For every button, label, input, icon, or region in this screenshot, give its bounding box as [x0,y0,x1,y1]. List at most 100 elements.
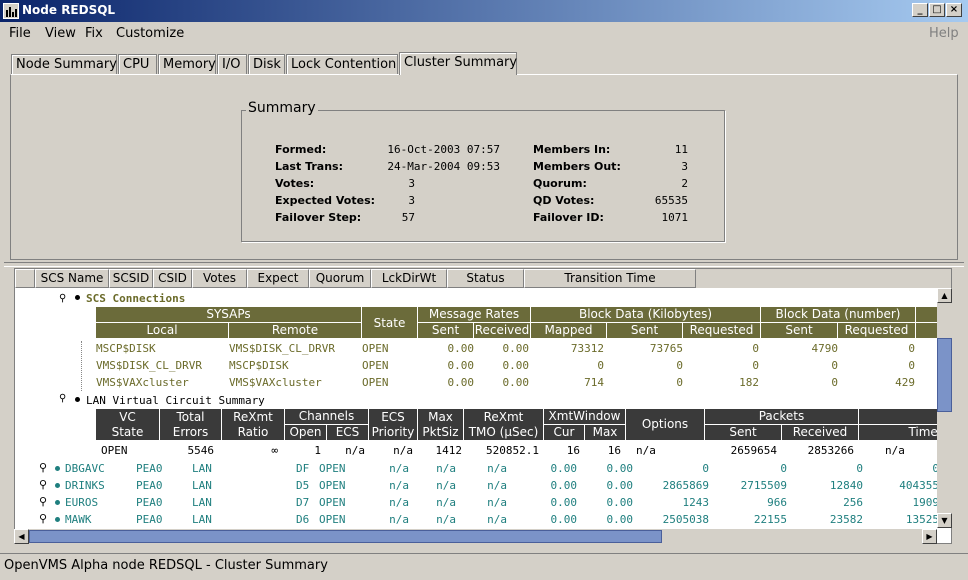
node-col-e: 0.00 [606,496,634,509]
column-header-votes[interactable]: Votes [192,269,247,288]
node-col-b: n/a [436,496,456,509]
menu-fix[interactable]: Fix [85,26,103,41]
column-header-scsid[interactable]: SCSID [109,269,153,288]
scs-row-mapped: 714 [584,376,604,389]
node-state: OPEN [319,479,346,492]
lan-row-ecs: n/a [345,444,365,457]
summary-title: Summary [246,100,318,116]
column-header-expect[interactable]: Expect [247,269,309,288]
scs-row-state: OPEN [362,342,389,355]
lan-header-tmo: TMO (µSec) [468,425,539,439]
tab-io[interactable]: I/O [217,54,247,75]
node-type: LAN [192,479,212,492]
node-dev: PEA0 [136,513,163,526]
lan-header-channels: Channels [285,409,369,425]
table-row[interactable]: ⚲ MAWK PEA0 LAN D6 OPEN n/a n/a n/a 0.00… [37,512,951,529]
scs-row-kb-req: 0 [752,359,759,372]
node-col-a: n/a [389,479,409,492]
node-col-e: 0.00 [606,462,634,475]
lan-header-cur: Cur [544,425,585,441]
scs-row-local: VMS$DISK_CL_DRVR [96,359,202,372]
lan-row-pktsiz: 1412 [435,444,463,457]
tree-toggle-icon[interactable]: ⚲ [39,495,47,508]
tree-toggle-icon[interactable]: ⚲ [39,512,47,525]
maximize-button[interactable]: □ [929,3,945,17]
node-rows: ⚲ DBGAVC PEA0 LAN DF OPEN n/a n/a n/a 0.… [37,461,951,531]
node-name: DBGAVC [65,462,105,475]
bullet-icon [55,466,60,471]
tab-cluster-summary[interactable]: Cluster Summary [399,52,517,75]
status-bar-text: OpenVMS Alpha node REDSQL - Cluster Summ… [4,558,328,573]
tab-cpu[interactable]: CPU [118,54,157,75]
tree-line [81,341,82,391]
scs-connections-title: SCS Connections [86,292,186,305]
scs-row-kb-sent: 0 [676,359,683,372]
column-header-blank [15,269,35,288]
node-col-f: 2505038 [662,513,709,526]
scs-row-recv: 0.00 [502,342,530,355]
bullet-icon [55,517,60,522]
formed-value: 16-Oct-2003 07:57 [387,143,500,156]
lan-header-options: Options [626,409,705,441]
tab-memory[interactable]: Memory [158,54,216,75]
column-header-csid[interactable]: CSID [153,269,192,288]
tree-toggle-scs[interactable]: ⚲ [59,293,66,304]
scs-row-remote: MSCP$DISK [229,359,289,372]
lan-header-packets: Packets [705,409,859,425]
menu-help[interactable]: Help [929,26,959,41]
column-header-status[interactable]: Status [447,269,524,288]
scroll-up-button[interactable]: ▲ [937,288,952,303]
window-title: Node REDSQL [22,3,116,17]
scs-row-remote: VMS$DISK_CL_DRVR [229,342,335,355]
failover-step-value: 57 [401,211,415,224]
lan-header-vc-state: VC State [96,409,160,441]
node-col-e: 0.00 [606,513,634,526]
lan-header-packets-received: Received [782,425,859,441]
node-col-i: 1909 [912,496,940,509]
lan-row-recv: 2853266 [807,444,854,457]
lan-row-cur: 16 [566,444,580,457]
splitter[interactable] [4,262,964,267]
minimize-button[interactable]: _ [912,3,928,17]
table-row[interactable]: ⚲ DRINKS PEA0 LAN D5 OPEN n/a n/a n/a 0.… [37,478,951,495]
scs-row-num-req: 0 [908,342,915,355]
scs-row-state: OPEN [362,359,389,372]
table-row[interactable]: ⚲ DBGAVC PEA0 LAN DF OPEN n/a n/a n/a 0.… [37,461,951,478]
node-col-g: 22155 [753,513,787,526]
lan-header-errors: Errors [172,425,209,439]
bullet-icon [75,397,80,402]
tab-disk[interactable]: Disk [248,54,285,75]
column-header-lckdirwt[interactable]: LckDirWt [371,269,447,288]
column-header-scs-name[interactable]: SCS Name [35,269,109,288]
node-col-g: 0 [780,462,787,475]
scs-row-num-req: 429 [895,376,915,389]
close-button[interactable]: × [946,3,962,17]
lan-header-open: Open [285,425,327,441]
vertical-scroll-thumb[interactable] [937,338,952,412]
node-col-h: 12840 [829,479,863,492]
tree-toggle-lan[interactable]: ⚲ [59,393,66,404]
column-header-quorum[interactable]: Quorum [309,269,371,288]
scroll-down-button[interactable]: ▼ [937,513,952,528]
scs-row-recv: 0.00 [502,376,530,389]
scroll-left-button[interactable]: ◀ [14,529,29,544]
votes-label: Votes: [275,177,315,190]
node-id: D5 [296,479,310,492]
menu-file[interactable]: File [9,26,31,41]
menu-customize[interactable]: Customize [116,26,184,41]
scroll-right-button[interactable]: ▶ [922,529,937,544]
menu-view[interactable]: View [45,26,76,41]
tree-toggle-icon[interactable]: ⚲ [39,461,47,474]
scs-header-sent: Sent [418,323,474,339]
node-dev: PEA0 [136,462,163,475]
scs-row-remote: VMS$VAXcluster [229,376,322,389]
table-row[interactable]: ⚲ EUROS PEA0 LAN D7 OPEN n/a n/a n/a 0.0… [37,495,951,512]
tab-node-summary[interactable]: Node Summary [11,54,117,75]
tree-toggle-icon[interactable]: ⚲ [39,478,47,491]
node-state: OPEN [319,462,346,475]
horizontal-scroll-thumb[interactable] [29,530,662,543]
tab-lock-contention[interactable]: Lock Contention [286,54,398,75]
node-state: OPEN [319,513,346,526]
column-header-transition-time[interactable]: Transition Time [524,269,696,288]
failover-id-value: 1071 [661,211,689,224]
